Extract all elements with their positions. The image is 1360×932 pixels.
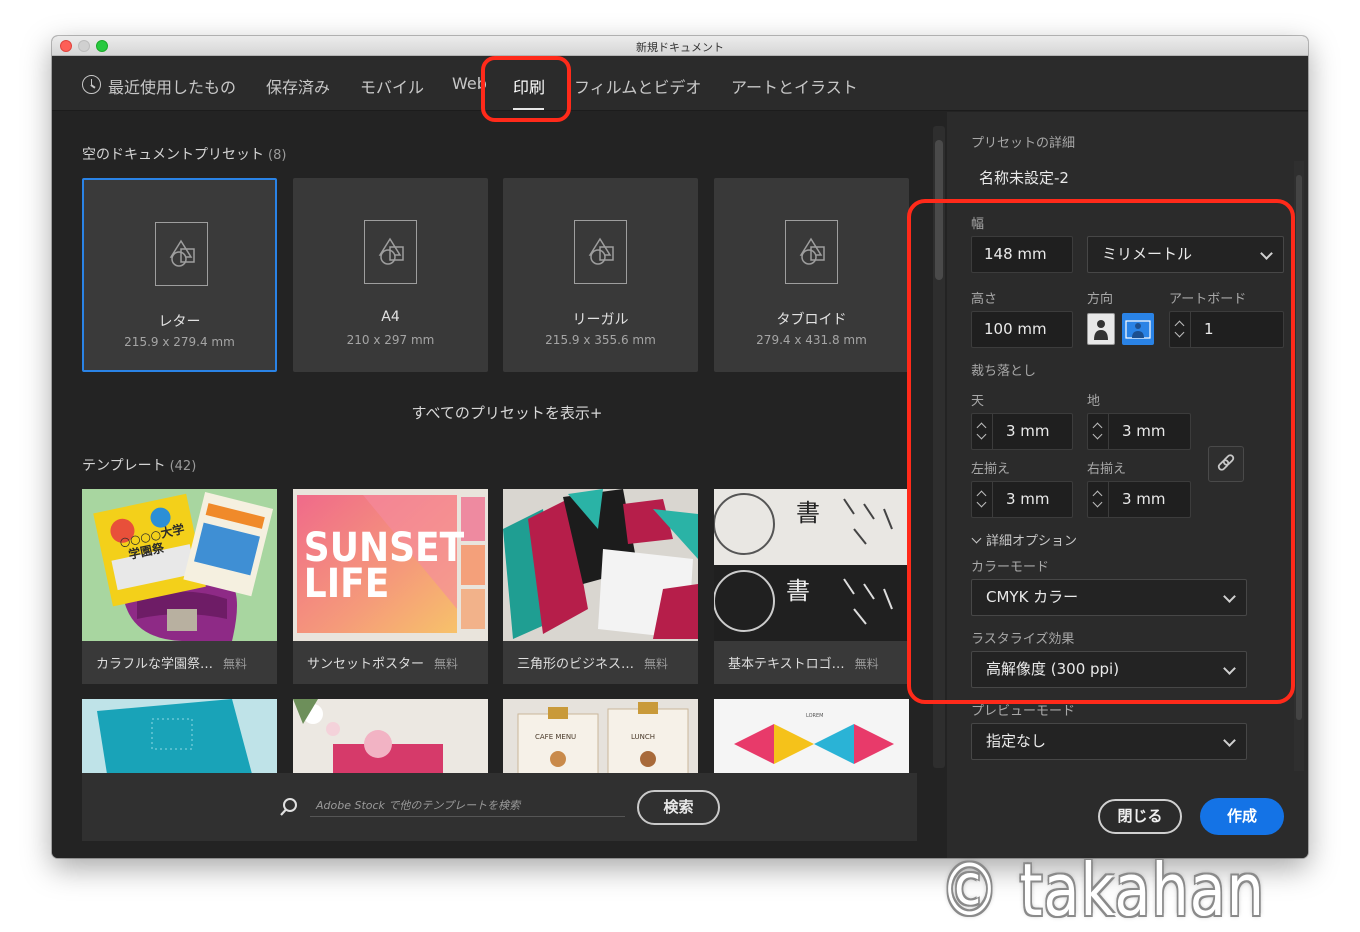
template-card-row2-3[interactable]: CAFE MENU LUNCH [503,699,698,774]
preset-size: 215.9 x 279.4 mm [124,335,235,349]
template-price: 無料 [644,657,669,671]
stock-search-input[interactable]: Adobe Stock で他のテンプレートを検索 [310,789,625,817]
template-thumbnail: CAFE MENU LUNCH [503,699,698,774]
template-thumbnail [293,699,488,774]
document-icon [155,222,208,286]
template-thumbnail [82,699,277,774]
template-card-row2-2[interactable] [293,699,488,774]
preview-mode-select[interactable]: 指定なし [971,723,1247,760]
template-name: サンセットポスター [307,657,425,672]
template-card-school-festival[interactable]: ○○○○大学 学園祭 カラフルな学園祭… 無料 [82,489,277,684]
templates-heading: テンプレート (42) [82,455,196,475]
document-icon [364,220,417,284]
template-caption: 基本テキストロゴ… 無料 [728,653,899,672]
templates-count: (42) [169,459,197,474]
window-title: 新規ドキュメント [636,41,724,54]
template-card-row2-4[interactable]: LOREM [714,699,909,774]
highlight-annotation-details [907,199,1295,704]
preset-size: 279.4 x 431.8 mm [756,333,867,347]
templates-title: テンプレート [82,458,166,474]
details-scrollbar[interactable] [1294,161,1304,771]
template-caption: カラフルな学園祭… 無料 [96,653,267,672]
template-caption: サンセットポスター 無料 [307,653,478,672]
preset-card-a4[interactable]: A4 210 x 297 mm [293,178,488,372]
highlight-annotation-print-tab [481,56,571,122]
chevron-down-icon [1223,734,1236,747]
template-name: カラフルな学園祭… [96,657,214,672]
preset-name: タブロイド [776,312,847,328]
template-price: 無料 [223,657,248,671]
template-price: 無料 [434,657,459,671]
tab-saved[interactable]: 保存済み [266,74,330,98]
title-bar: 新規ドキュメント [52,36,1308,56]
preset-name: A4 [381,309,400,325]
blank-presets-title: 空のドキュメントプリセット [82,147,264,163]
preset-card-tabloid[interactable]: タブロイド 279.4 x 431.8 mm [714,178,909,372]
template-art-text: LIFE [304,560,390,606]
template-thumbnail: ○○○○大学 学園祭 [82,489,277,641]
template-name: 基本テキストロゴ… [728,657,845,672]
create-button[interactable]: 作成 [1200,798,1284,835]
category-tabs: 最近使用したもの 保存済み モバイル Web 印刷 フィルムとビデオ アートとイ… [52,56,1308,111]
search-icon [280,798,297,816]
template-card-triangle-business[interactable]: 三角形のビジネス… 無料 [503,489,698,684]
preset-details-heading: プリセットの詳細 [971,136,1076,151]
show-all-presets-link[interactable]: すべてのプリセットを表示+ [52,402,962,423]
preset-size: 210 x 297 mm [346,333,435,347]
preset-card-legal[interactable]: リーガル 215.9 x 355.6 mm [503,178,698,372]
presets-panel: 空のドキュメントプリセット (8) レター 215.9 x 279.4 mm A4… [52,112,932,858]
template-art-text: LOREM [806,713,824,719]
stock-search-bar: Adobe Stock で他のテンプレートを検索 検索 [82,773,917,841]
tab-mobile[interactable]: モバイル [360,74,424,98]
document-name-field[interactable]: 名称未設定-2 [979,167,1069,188]
preset-card-letter[interactable]: レター 215.9 x 279.4 mm [82,178,277,372]
template-price: 無料 [854,657,879,671]
tab-film-video[interactable]: フィルムとビデオ [574,74,701,98]
template-name: 三角形のビジネス… [517,657,635,672]
preview-mode-value: 指定なし [986,732,1047,750]
template-art-text: CAFE MENU [535,733,576,741]
scrollbar-thumb[interactable] [1296,175,1302,720]
template-thumbnail: SUNSET LIFE [293,489,488,641]
template-card-sunset-poster[interactable]: SUNSET LIFE サンセットポスター 無料 [293,489,488,684]
template-card-row2-1[interactable] [82,699,277,774]
preset-name: リーガル [572,312,629,328]
document-icon [785,220,838,284]
template-caption: 三角形のビジネス… 無料 [517,653,688,672]
document-icon [574,220,627,284]
template-art-text: 書 [786,577,810,605]
preset-size: 215.9 x 355.6 mm [545,333,656,347]
close-button[interactable]: 閉じる [1098,799,1182,834]
template-thumbnail [503,489,698,641]
blank-presets-heading: 空のドキュメントプリセット (8) [82,144,286,164]
template-art-text: 書 [796,499,820,527]
template-card-text-logo[interactable]: 書 書 基本テキストロゴ… 無料 [714,489,909,684]
template-thumbnail: 書 書 [714,489,909,641]
blank-presets-count: (8) [268,148,287,163]
clock-icon [82,75,101,94]
watermark: © takahan [940,848,1265,932]
preset-name: レター [158,314,201,330]
tab-art-illustration[interactable]: アートとイラスト [731,74,858,98]
template-thumbnail: LOREM [714,699,909,774]
search-button[interactable]: 検索 [637,790,720,825]
template-art-text: LUNCH [631,733,655,741]
tab-recent[interactable]: 最近使用したもの [108,74,236,98]
